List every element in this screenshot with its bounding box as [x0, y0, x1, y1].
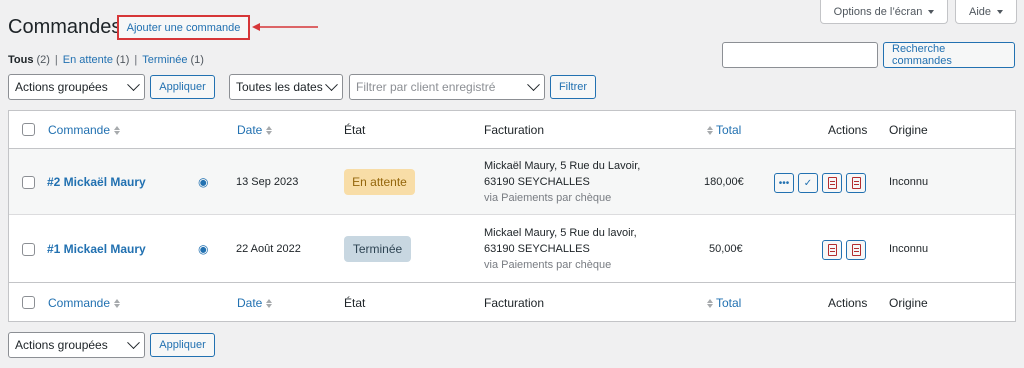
sort-icon: [114, 125, 120, 136]
billing-line-1: Mickael Maury, 5 Rue du lavoir,: [484, 227, 637, 239]
dates-label: Toutes les dates: [236, 80, 323, 94]
column-order-label: Commande: [48, 123, 111, 137]
screen-options-button[interactable]: Options de l’écran: [820, 0, 948, 24]
column-billing-header: Facturation: [484, 123, 545, 137]
invoice-document-icon[interactable]: [822, 173, 842, 193]
status-badge: Terminée: [344, 236, 411, 262]
billing-line-2: 63190 SEYCHALLES: [484, 243, 590, 255]
column-date-label: Date: [237, 296, 263, 310]
billing-line-2: 63190 SEYCHALLES: [484, 176, 590, 188]
column-actions-footer: Actions: [828, 296, 868, 310]
sort-icon: [707, 125, 713, 136]
column-total-label: Total: [716, 123, 742, 137]
table-header-row: Commande Date État Facturation Total Act…: [9, 111, 1015, 149]
sort-icon: [266, 298, 272, 309]
table-row[interactable]: #2 Mickaël Maury ◉ 13 Sep 2023 En attent…: [9, 149, 1015, 215]
billing-line-3: via Paiements par chèque: [484, 259, 612, 271]
bottom-bulk-actions-select[interactable]: Actions groupées: [8, 332, 145, 358]
customer-filter-select[interactable]: Filtrer par client enregistré: [349, 74, 545, 100]
order-date: 13 Sep 2023: [236, 176, 299, 188]
screen-options-label: Options de l’écran: [833, 5, 923, 18]
annotation-arrow-icon: [252, 23, 318, 31]
caret-down-icon: [997, 9, 1004, 14]
bulk-actions-select[interactable]: Actions groupées: [8, 74, 145, 100]
more-actions-icon[interactable]: •••: [774, 173, 794, 193]
dates-select[interactable]: Toutes les dates: [229, 74, 343, 100]
billing-line-1: Mickaël Maury, 5 Rue du Lavoir,: [484, 160, 641, 172]
column-billing-footer: Facturation: [484, 296, 545, 310]
order-total: 50,00€: [709, 243, 743, 255]
row-checkbox[interactable]: [22, 243, 35, 256]
table-footer-row: Commande Date État Facturation Total Act…: [9, 283, 1015, 321]
column-actions-header: Actions: [828, 123, 868, 137]
select-all-checkbox[interactable]: [22, 296, 35, 309]
select-all-checkbox[interactable]: [22, 123, 35, 136]
bulk-actions-label: Actions groupées: [15, 80, 108, 94]
column-date-header[interactable]: Date: [237, 123, 272, 137]
filter-button[interactable]: Filtrer: [550, 75, 596, 99]
sort-icon: [114, 298, 120, 309]
column-status-footer: État: [344, 296, 366, 310]
order-origin: Inconnu: [889, 243, 929, 255]
row-checkbox[interactable]: [22, 176, 35, 189]
status-filter-nav: Tous (2) | En attente (1) | Terminée (1): [8, 54, 204, 66]
billing-line-3: via Paiements par chèque: [484, 192, 612, 204]
column-total-header[interactable]: Total: [707, 123, 741, 137]
help-label: Aide: [968, 5, 992, 18]
chevron-down-icon: [127, 77, 140, 91]
chevron-down-icon: [325, 77, 338, 91]
order-link[interactable]: #2 Mickaël Maury: [47, 175, 146, 189]
packing-slip-icon[interactable]: [846, 240, 866, 260]
column-order-label: Commande: [48, 296, 111, 310]
column-date-footer[interactable]: Date: [237, 296, 272, 310]
table-row[interactable]: #1 Mickael Maury ◉ 22 Août 2022 Terminée…: [9, 215, 1015, 283]
order-link[interactable]: #1 Mickael Maury: [47, 242, 146, 256]
filter-completed[interactable]: Terminée: [142, 54, 187, 66]
bottom-apply-button[interactable]: Appliquer: [150, 333, 215, 357]
filter-pending[interactable]: En attente: [63, 54, 113, 66]
search-input[interactable]: [722, 42, 878, 68]
customer-filter-placeholder: Filtrer par client enregistré: [356, 80, 496, 94]
filter-pending-count: (1): [115, 54, 130, 66]
column-order-header[interactable]: Commande: [48, 123, 120, 137]
add-order-button[interactable]: Ajouter une commande: [117, 15, 250, 40]
column-origin-header: Origine: [889, 123, 928, 137]
filter-completed-count: (1): [190, 54, 204, 66]
order-date: 22 Août 2022: [236, 243, 301, 255]
chevron-down-icon: [527, 77, 540, 91]
column-status-header: État: [344, 123, 366, 137]
page-title: Commandes: [8, 16, 122, 38]
column-order-footer[interactable]: Commande: [48, 296, 120, 310]
column-date-label: Date: [237, 123, 263, 137]
bottom-bulk-actions-label: Actions groupées: [15, 338, 108, 352]
apply-button[interactable]: Appliquer: [150, 75, 215, 99]
filter-all-count: (2): [36, 54, 50, 66]
column-total-footer[interactable]: Total: [707, 296, 741, 310]
preview-eye-icon[interactable]: ◉: [198, 175, 208, 189]
sort-icon: [266, 125, 272, 136]
complete-check-icon[interactable]: ✓: [798, 173, 818, 193]
preview-eye-icon[interactable]: ◉: [198, 242, 208, 256]
column-origin-footer: Origine: [889, 296, 928, 310]
filter-all[interactable]: Tous: [8, 54, 33, 66]
help-button[interactable]: Aide: [955, 0, 1017, 24]
orders-table: Commande Date État Facturation Total Act…: [8, 110, 1016, 322]
sort-icon: [707, 298, 713, 309]
chevron-down-icon: [127, 335, 140, 349]
invoice-document-icon[interactable]: [822, 240, 842, 260]
caret-down-icon: [928, 9, 935, 14]
packing-slip-icon[interactable]: [846, 173, 866, 193]
search-orders-button[interactable]: Recherche commandes: [883, 42, 1015, 68]
column-total-label: Total: [716, 296, 742, 310]
order-total: 180,00€: [704, 176, 744, 188]
order-origin: Inconnu: [889, 176, 929, 188]
status-badge: En attente: [344, 169, 415, 195]
